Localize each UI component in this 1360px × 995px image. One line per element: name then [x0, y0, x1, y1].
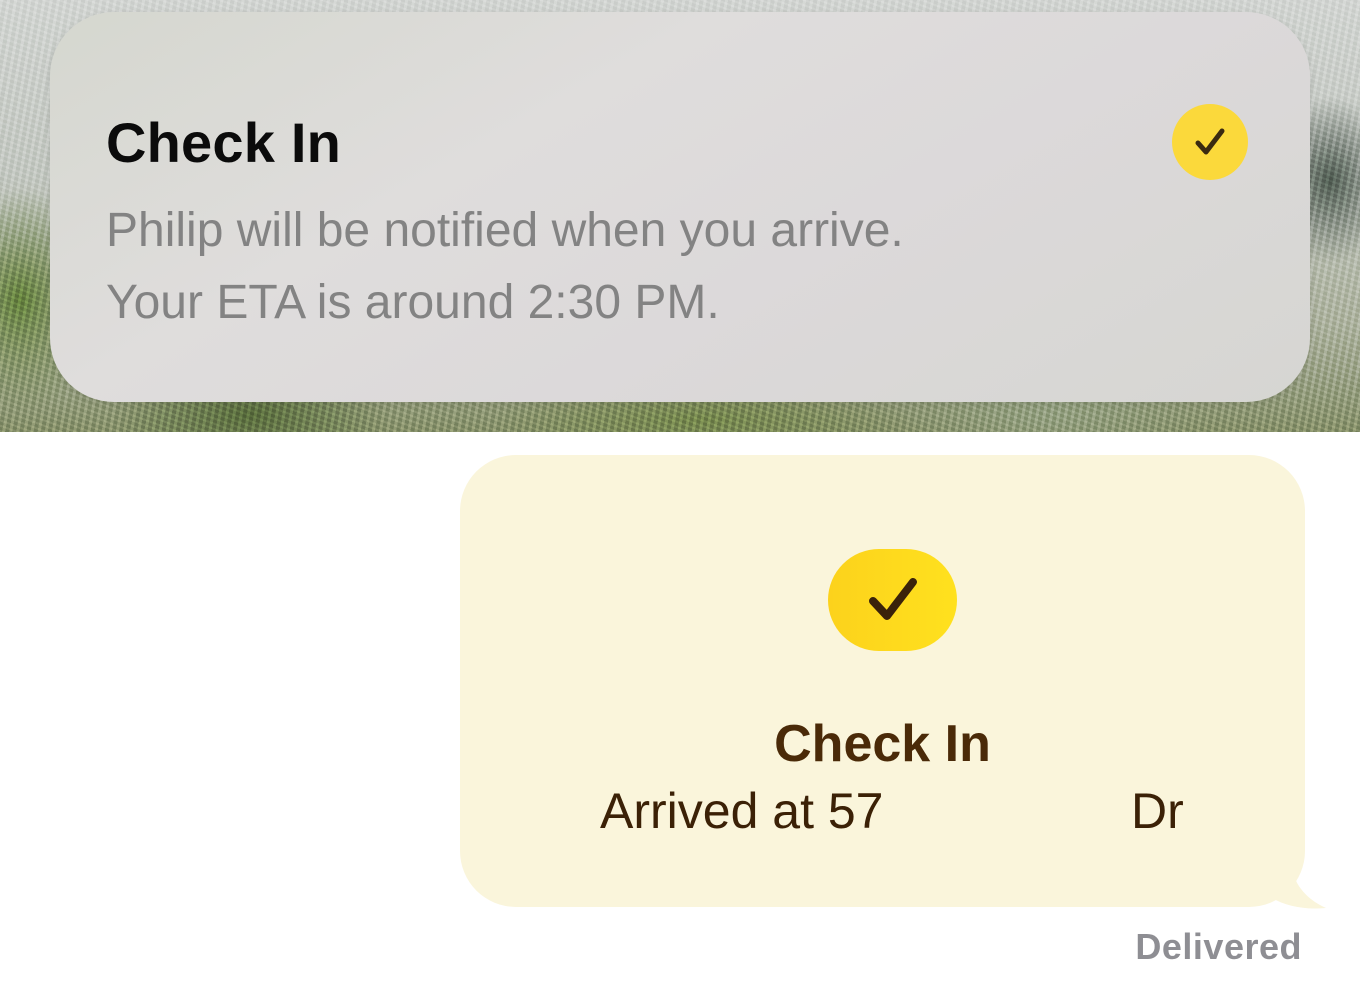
notification-title: Check In	[106, 111, 342, 174]
delivery-status: Delivered	[1135, 926, 1302, 967]
message-subtitle-end: Dr	[1131, 783, 1184, 839]
bubble-tail	[1260, 858, 1326, 909]
checkmark-icon	[828, 549, 957, 651]
notification-line-1: Philip will be notified when you arrive.	[106, 204, 904, 257]
notification-line-2: Your ETA is around 2:30 PM.	[106, 276, 720, 329]
check-in-notification[interactable]: Check In Philip will be notified when yo…	[50, 12, 1310, 402]
message-title: Check In	[774, 715, 991, 773]
notification-body: Philip will be notified when you arrive.…	[106, 195, 904, 339]
checkmark-icon	[1172, 104, 1248, 180]
message-subtitle: Arrived at 57	[600, 783, 884, 839]
